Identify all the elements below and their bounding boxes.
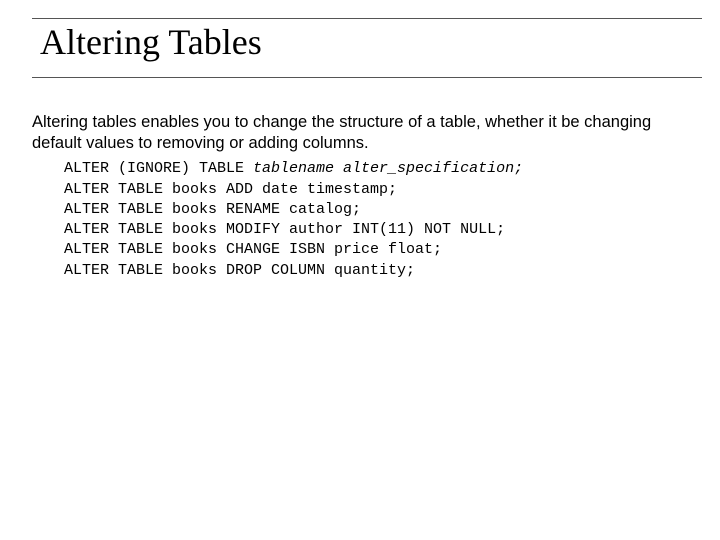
slide: Altering Tables Altering tables enables … [0,0,720,540]
slide-title: Altering Tables [40,23,702,63]
code-syntax-italic: tablename alter_specification; [253,160,523,177]
code-line: ALTER TABLE books DROP COLUMN quantity; [64,261,688,281]
intro-text: Altering tables enables you to change th… [32,112,688,153]
code-block: ALTER (IGNORE) TABLE tablename alter_spe… [64,159,688,281]
code-line: ALTER TABLE books MODIFY author INT(11) … [64,220,688,240]
code-line: ALTER TABLE books ADD date timestamp; [64,180,688,200]
code-line: ALTER TABLE books CHANGE ISBN price floa… [64,240,688,260]
code-line: ALTER TABLE books RENAME catalog; [64,200,688,220]
slide-body: Altering tables enables you to change th… [32,112,688,281]
code-syntax-prefix: ALTER (IGNORE) TABLE [64,160,253,177]
code-syntax-line: ALTER (IGNORE) TABLE tablename alter_spe… [64,159,688,179]
title-bar: Altering Tables [32,18,702,78]
